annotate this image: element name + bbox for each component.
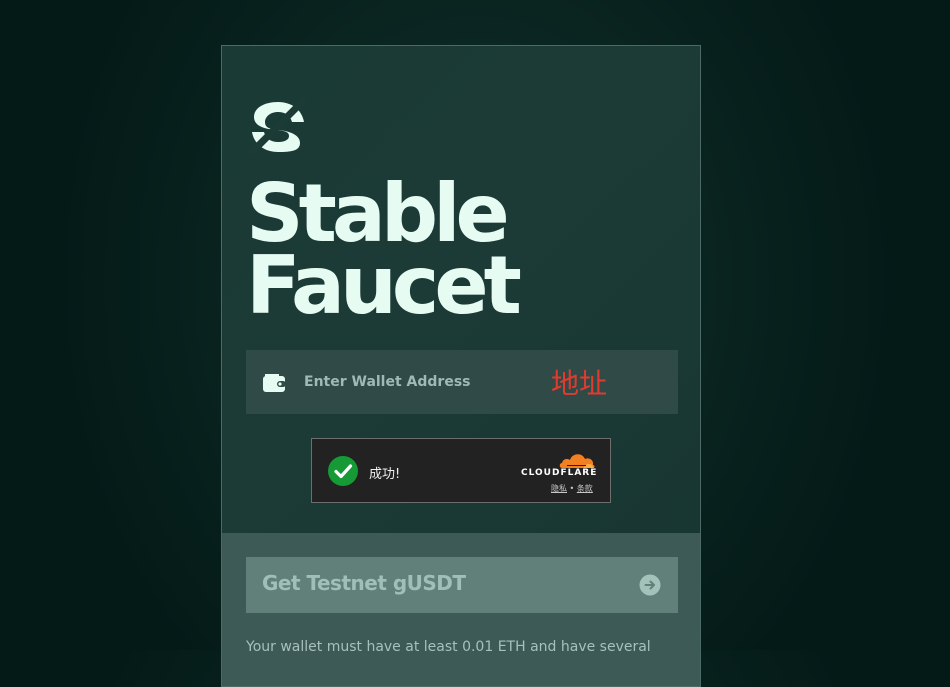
- action-section: Get Testnet gUSDT Your wallet must have …: [222, 533, 700, 686]
- link-separator: •: [569, 484, 575, 493]
- wallet-icon: [263, 374, 286, 392]
- get-testnet-label: Get Testnet gUSDT: [262, 571, 466, 595]
- checkmark-icon: [334, 464, 353, 479]
- captcha-links: 隐私 • 条款: [551, 483, 593, 494]
- wallet-address-input[interactable]: [302, 366, 536, 398]
- cloudflare-wordmark: CLOUDFLARE: [521, 468, 598, 478]
- stable-logo-icon: [248, 96, 308, 156]
- terms-link[interactable]: 条款: [577, 484, 593, 493]
- cloudflare-cloud-icon: [559, 454, 595, 468]
- privacy-link[interactable]: 隐私: [551, 484, 567, 493]
- captcha-status-text: 成功!: [369, 467, 401, 482]
- faucet-card: Stable Faucet 地址 成功! CLOUDFLARE 隐私 • 条款: [221, 45, 701, 687]
- address-annotation: 地址: [551, 367, 608, 400]
- wallet-requirement-note: Your wallet must have at least 0.01 ETH …: [246, 639, 651, 655]
- wallet-address-field[interactable]: 地址: [246, 350, 678, 414]
- cloudflare-turnstile-widget[interactable]: 成功! CLOUDFLARE 隐私 • 条款: [311, 438, 611, 503]
- arrow-right-icon: [639, 574, 661, 596]
- title-line-2: Faucet: [246, 239, 522, 332]
- get-testnet-button[interactable]: Get Testnet gUSDT: [246, 557, 678, 613]
- page-title: Stable Faucet: [246, 174, 522, 332]
- success-check: [328, 456, 358, 486]
